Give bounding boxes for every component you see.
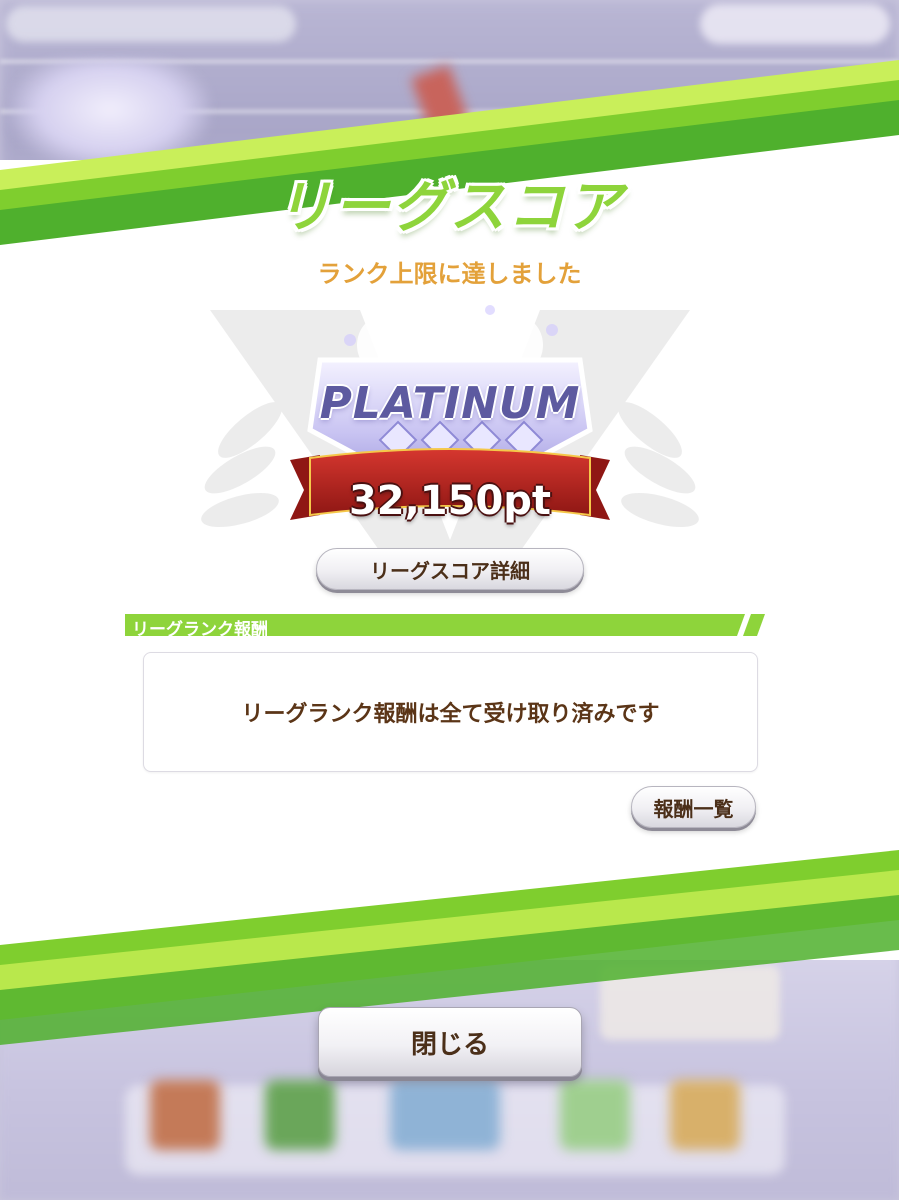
league-score-value: 32,150pt — [348, 478, 552, 524]
background-dock-item — [560, 1080, 630, 1150]
background-dock-item — [150, 1080, 220, 1150]
league-score-detail-button[interactable]: リーグスコア詳細 — [316, 548, 584, 590]
background-currency-pill — [700, 4, 890, 44]
reward-section-label: リーグランク報酬 — [132, 620, 268, 640]
close-button[interactable]: 閉じる — [318, 1007, 582, 1077]
background-header-pill — [6, 6, 296, 42]
dialog-title: リーグスコア — [275, 175, 624, 240]
rank-name: PLATINUM — [319, 378, 581, 429]
rewards-list-button[interactable]: 報酬一覧 — [631, 786, 756, 828]
background-dock-item — [265, 1080, 335, 1150]
reward-status-box: リーグランク報酬は全て受け取り済みです — [143, 652, 758, 772]
background-dock-item — [390, 1080, 500, 1150]
rank-limit-message: ランク上限に達しました — [317, 260, 582, 288]
background-dock-item — [670, 1080, 740, 1150]
reward-status-message: リーグランク報酬は全て受け取り済みです — [241, 702, 660, 727]
